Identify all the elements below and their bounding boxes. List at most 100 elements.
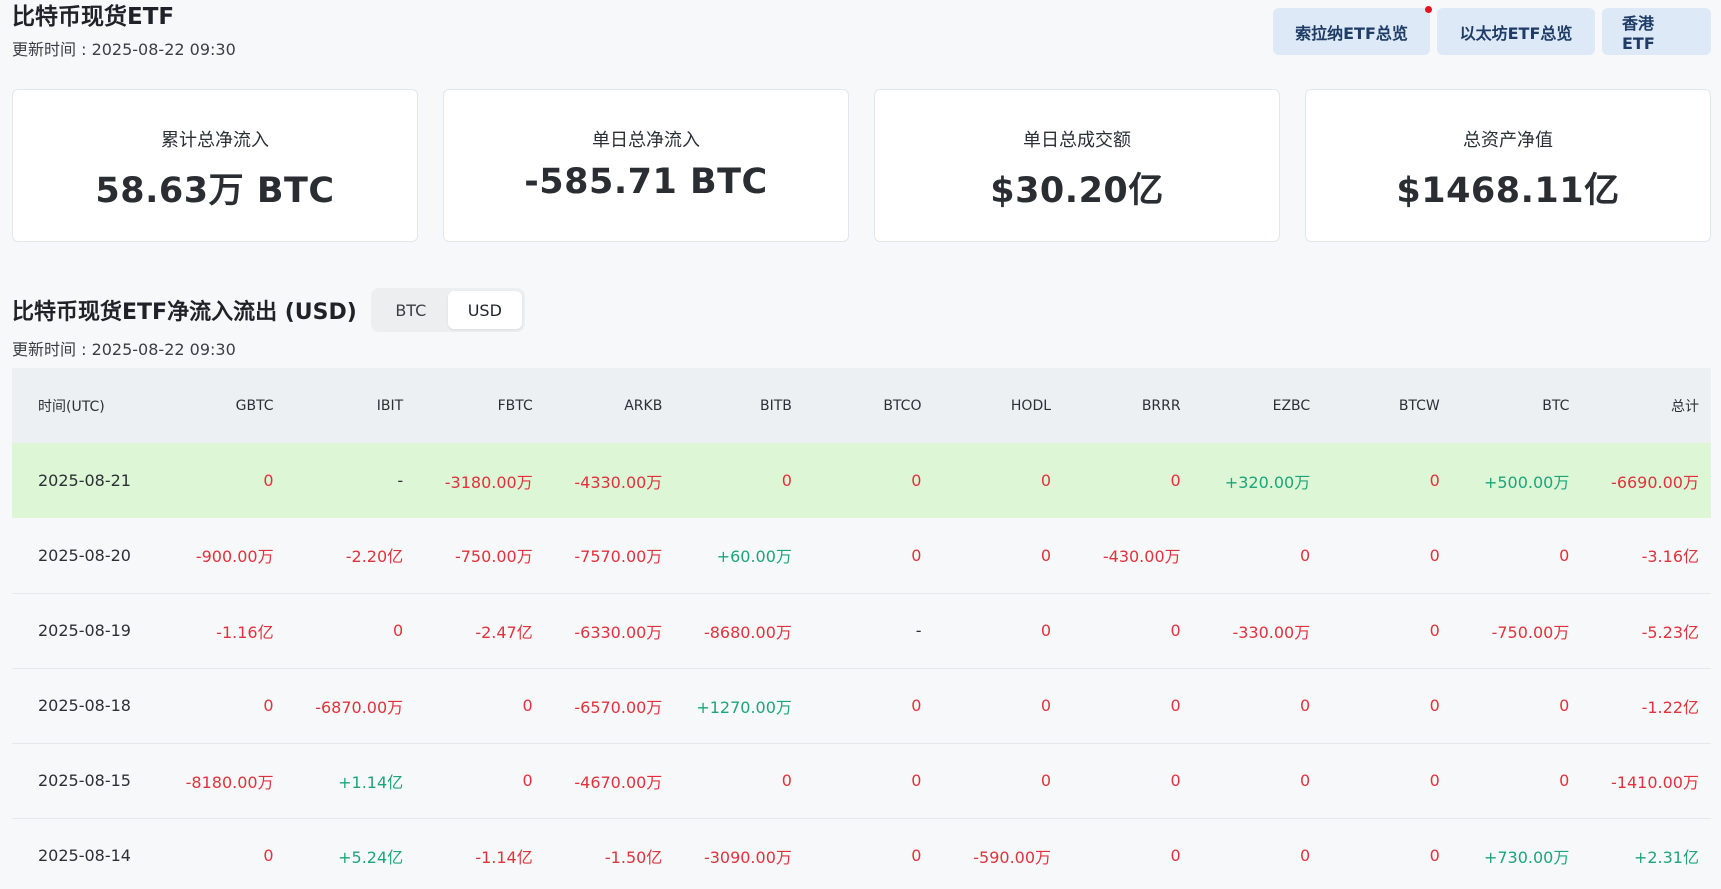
- flow-cell: 0: [1170, 471, 1181, 490]
- flow-cell: -4330.00万: [574, 472, 663, 492]
- solana-etf-overview-button[interactable]: 索拉纳ETF总览: [1273, 6, 1432, 55]
- page-updated-time: 更新时间 : 2025-08-22 09:30: [12, 40, 236, 59]
- flow-cell: 0: [1170, 696, 1181, 715]
- column-header: BITB: [760, 397, 792, 414]
- date-cell: 2025-08-14: [38, 846, 131, 865]
- flow-cell: 0: [1170, 846, 1181, 865]
- flow-cell: -330.00万: [1232, 622, 1311, 642]
- table-row: 2025-08-18 0 -6870.00万 0 -6570.00万 +1270.00万 0…: [12, 668, 1711, 743]
- flow-cell: -2.20亿: [345, 547, 404, 567]
- flow-cell: 0: [781, 471, 792, 490]
- flow-cell: -: [915, 621, 922, 640]
- table-body: 2025-08-21 0 - -3180.00万 -4330.00万 0 0 0 0 +320.0…: [12, 443, 1711, 889]
- column-header: FBTC: [497, 397, 533, 414]
- column-header: BTCO: [883, 397, 922, 414]
- etf-flow-table: 时间(UTC) GBTC IBIT FBTC ARKB BITB BTCO HODL BRRR E…: [12, 368, 1711, 889]
- date-cell: 2025-08-21: [38, 471, 131, 490]
- flow-cell: +5.24亿: [338, 847, 404, 867]
- flow-cell: 0: [1300, 545, 1311, 565]
- flow-cell: 0: [1300, 696, 1311, 715]
- stat-card-value: -585.71 BTC: [524, 162, 768, 202]
- page-header: 比特币现货ETF 更新时间 : 2025-08-22 09:30: [12, 0, 236, 60]
- flow-cell: -1.22亿: [1641, 697, 1699, 717]
- flow-cell: 0: [1559, 696, 1570, 715]
- stat-card-total-nav: 总资产净值 $1468.11亿: [1305, 89, 1711, 242]
- column-header: EZBC: [1272, 397, 1311, 414]
- ethereum-etf-overview-button[interactable]: 以太坊ETF总览: [1437, 8, 1595, 55]
- nav-button-label: 以太坊ETF总览: [1459, 23, 1573, 43]
- flow-cell: 0: [1429, 471, 1440, 490]
- date-cell: 2025-08-19: [38, 621, 131, 640]
- table-row: 2025-08-14 0 +5.24亿 -1.14亿 -1.50亿 -3090.00万 0 -…: [12, 818, 1711, 889]
- flow-cell: 0: [1300, 771, 1311, 790]
- flow-cell: 0: [911, 696, 922, 715]
- flow-cell: -5.23亿: [1641, 622, 1699, 642]
- stat-card-value: $1468.11亿: [1396, 171, 1620, 211]
- flow-cell: -4670.00万: [574, 772, 663, 792]
- table-row: 2025-08-19 -1.16亿 0 -2.47亿 -6330.00万 -8680.00…: [12, 593, 1711, 668]
- flow-cell: -900.00万: [195, 547, 274, 567]
- flow-cell: -7570.00万: [574, 547, 663, 567]
- flow-cell: 0: [522, 771, 533, 790]
- nav-button-label: 索拉纳ETF总览: [1295, 23, 1408, 43]
- section-header: 比特币现货ETF净流入流出 (USD) BTC USD: [12, 288, 525, 332]
- stat-card-label: 总资产净值: [1463, 130, 1553, 151]
- flow-cell: 0: [1429, 846, 1440, 865]
- flow-cell: -6870.00万: [315, 697, 404, 717]
- flow-cell: -3180.00万: [444, 472, 533, 492]
- flow-cell: 0: [1429, 545, 1440, 565]
- flow-cell: -750.00万: [1491, 622, 1570, 642]
- date-cell: 2025-08-20: [38, 545, 131, 565]
- stat-card-daily-inflow: 单日总净流入 -585.71 BTC: [443, 89, 849, 242]
- column-header: IBIT: [376, 397, 404, 414]
- flow-cell: -3.16亿: [1641, 547, 1699, 567]
- flow-cell: -6570.00万: [574, 697, 663, 717]
- column-header: 时间(UTC): [38, 398, 105, 415]
- flow-cell: -1.50亿: [604, 847, 663, 867]
- toggle-btc[interactable]: BTC: [374, 291, 448, 329]
- flow-cell: 0: [1040, 545, 1052, 565]
- page: 比特币现货ETF 更新时间 : 2025-08-22 09:30 索拉纳ETF总…: [0, 0, 1721, 889]
- flow-cell: 0: [1559, 545, 1570, 565]
- stat-card-label: 单日总净流入: [592, 130, 700, 151]
- flow-cell: 0: [392, 621, 404, 640]
- flow-cell: 0: [1300, 846, 1311, 865]
- flow-cell: -590.00万: [973, 847, 1052, 867]
- column-header: BTCW: [1398, 397, 1440, 414]
- flow-cell: -3090.00万: [703, 847, 792, 867]
- flow-cell: -1.14亿: [475, 847, 533, 867]
- stat-card-label: 单日总成交额: [1023, 130, 1131, 151]
- page-title: 比特币现货ETF: [12, 4, 175, 30]
- flow-cell: 0: [1170, 771, 1181, 790]
- flow-cell: 0: [1429, 621, 1440, 640]
- flow-cell: -2.47亿: [475, 622, 533, 642]
- flow-cell: +730.00万: [1483, 847, 1570, 867]
- flow-cell: 0: [522, 696, 533, 715]
- flow-cell: 0: [911, 846, 922, 865]
- flow-cell: -: [397, 471, 404, 490]
- flow-cell: 0: [1040, 771, 1052, 790]
- flow-cell: -8180.00万: [185, 772, 274, 792]
- nav-button-label: 香港 ETF: [1622, 14, 1655, 53]
- flow-cell: +320.00万: [1224, 472, 1311, 492]
- notification-dot: [1425, 6, 1432, 13]
- column-header: BRRR: [1141, 397, 1181, 414]
- flow-cell: +1270.00万: [696, 697, 792, 717]
- flow-cell: 0: [1429, 696, 1440, 715]
- flow-cell: -1.16亿: [216, 622, 274, 642]
- toggle-usd[interactable]: USD: [447, 291, 522, 329]
- flow-cell: 0: [1040, 696, 1052, 715]
- flow-cell: 0: [1040, 621, 1052, 640]
- hongkong-etf-button[interactable]: 香港 ETF: [1602, 8, 1711, 55]
- flow-cell: +500.00万: [1483, 472, 1570, 492]
- flow-cell: 0: [1559, 771, 1570, 790]
- stat-card-value: $30.20亿: [990, 171, 1164, 211]
- flow-cell: -6330.00万: [574, 622, 663, 642]
- date-cell: 2025-08-18: [38, 696, 131, 715]
- flow-cell: 0: [263, 471, 274, 490]
- flow-cell: 0: [911, 471, 922, 490]
- flow-cell: +60.00万: [716, 547, 792, 567]
- table-row: 2025-08-15 -8180.00万 +1.14亿 0 -4670.00万 0 0 0 0 0…: [12, 743, 1711, 818]
- table-row: 2025-08-20 -900.00万 -2.20亿 -750.00万 -7570.00…: [12, 518, 1711, 593]
- stat-card-value: 58.63万 BTC: [95, 171, 335, 211]
